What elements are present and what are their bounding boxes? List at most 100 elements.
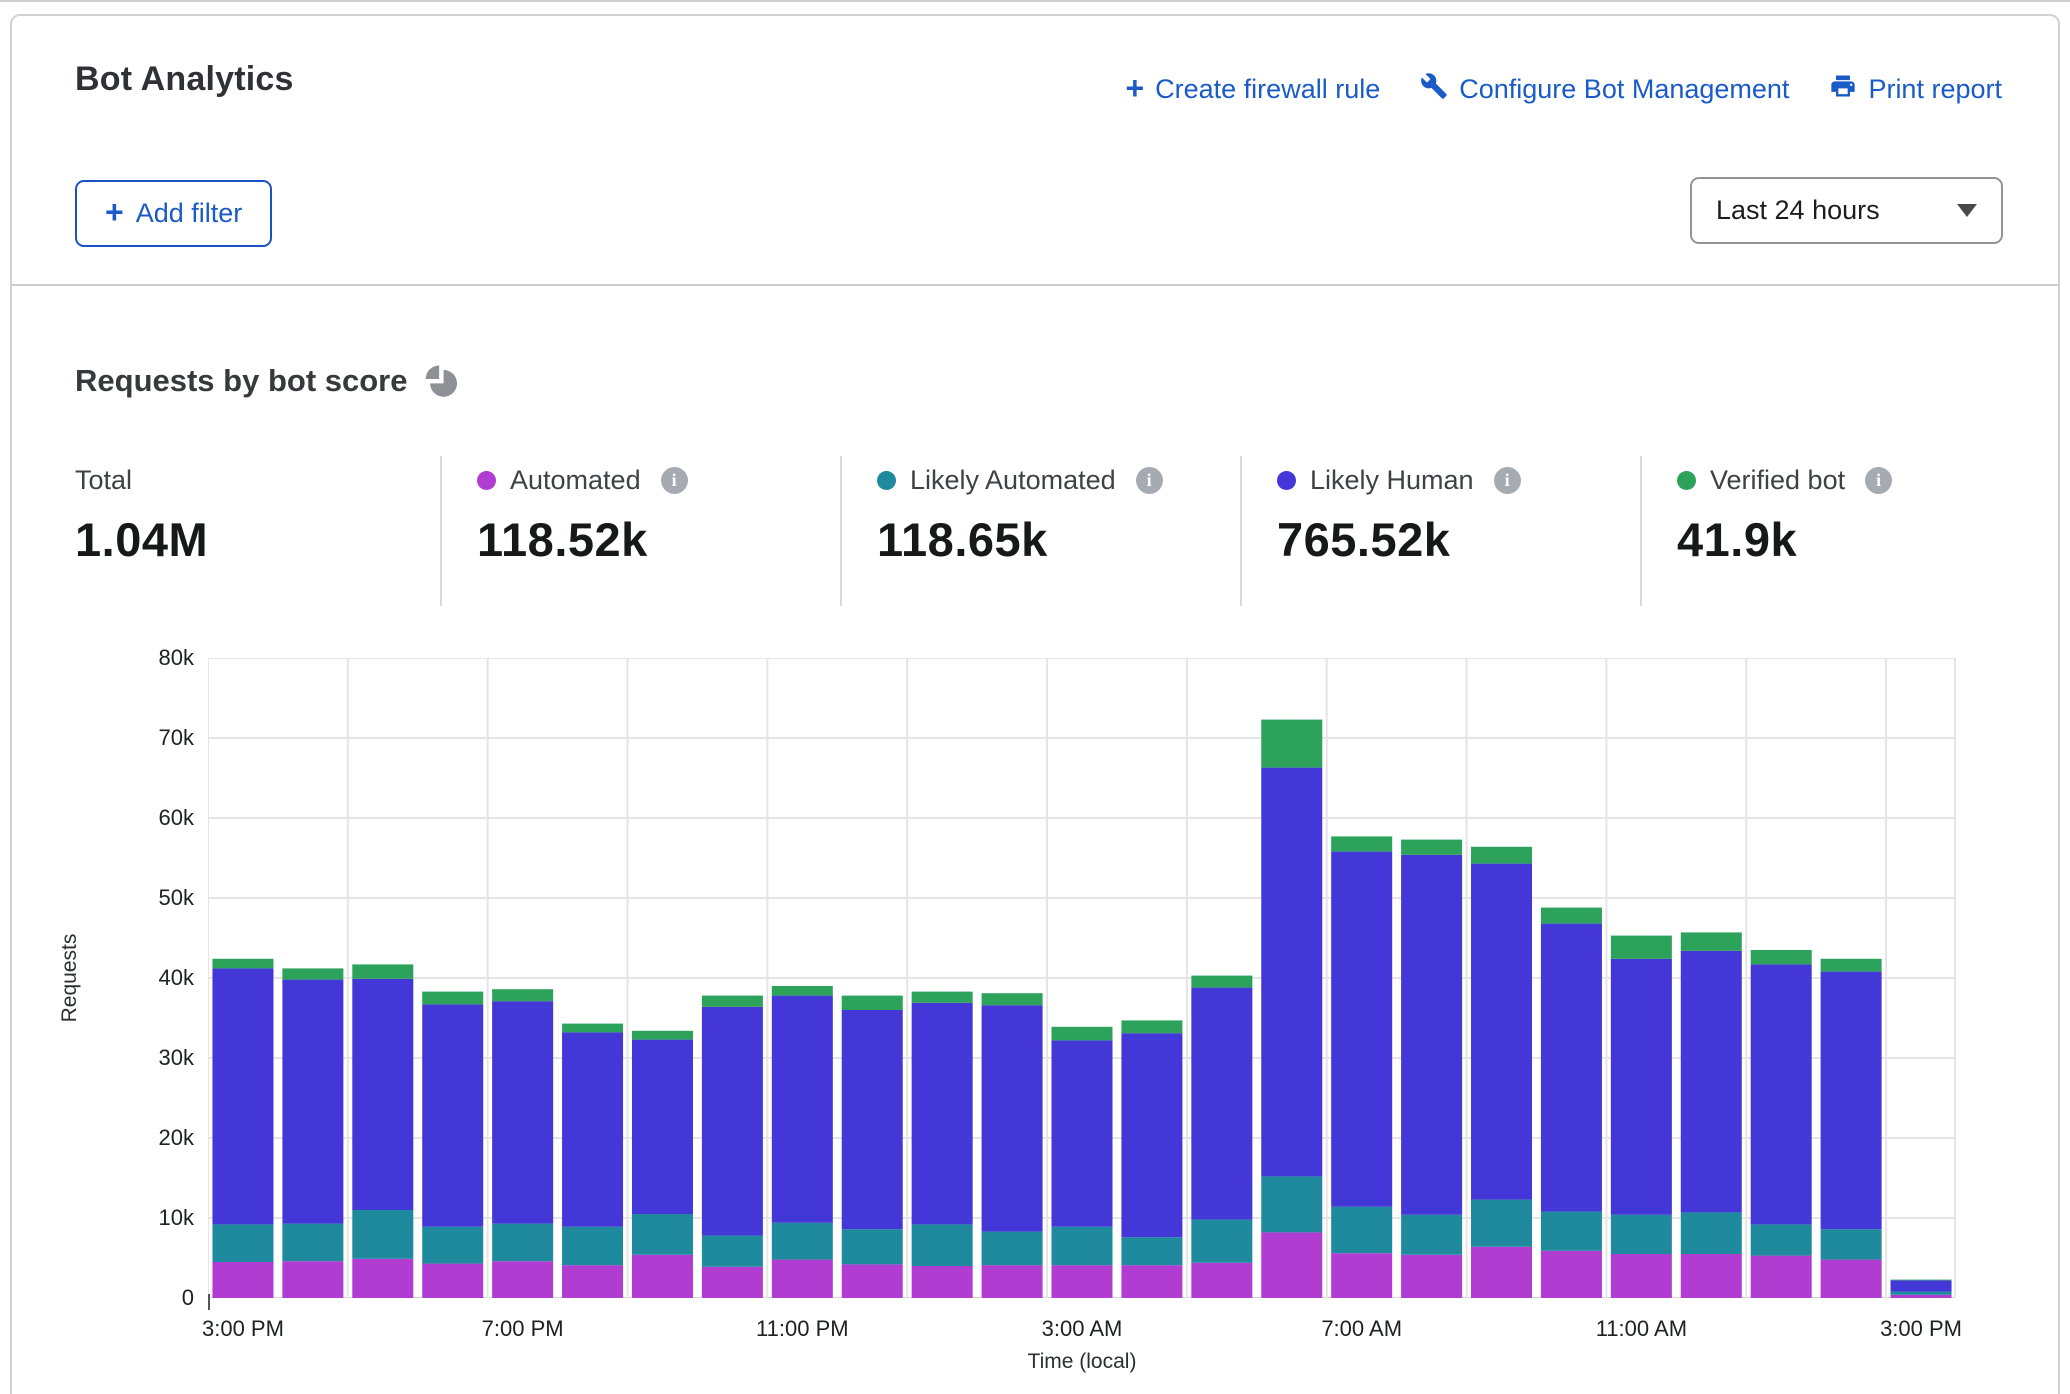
bar-segment[interactable]: [1191, 976, 1252, 988]
bar-segment[interactable]: [702, 1007, 763, 1236]
bar-segment[interactable]: [1681, 932, 1742, 950]
bar-segment[interactable]: [1471, 1247, 1532, 1298]
bar-segment[interactable]: [1121, 1020, 1182, 1033]
bar-segment[interactable]: [1401, 855, 1462, 1215]
bar-segment[interactable]: [982, 1005, 1043, 1231]
bar-segment[interactable]: [1331, 1253, 1392, 1298]
bar-segment[interactable]: [562, 1265, 623, 1298]
bar-segment[interactable]: [1261, 1176, 1322, 1232]
bar-segment[interactable]: [1471, 847, 1532, 864]
bar-segment[interactable]: [1052, 1040, 1113, 1226]
bar-segment[interactable]: [1191, 1220, 1252, 1263]
bar-segment[interactable]: [1891, 1292, 1952, 1295]
bar-segment[interactable]: [702, 996, 763, 1007]
bar-segment[interactable]: [1891, 1280, 1952, 1291]
bar-segment[interactable]: [212, 1224, 273, 1262]
bar-segment[interactable]: [1541, 908, 1602, 924]
bar-segment[interactable]: [772, 996, 833, 1223]
bar-segment[interactable]: [912, 1003, 973, 1225]
bar-segment[interactable]: [632, 1214, 693, 1255]
bar-segment[interactable]: [1541, 1212, 1602, 1251]
bar-segment[interactable]: [842, 996, 903, 1010]
bar-segment[interactable]: [1611, 959, 1672, 1215]
bar-segment[interactable]: [1191, 1263, 1252, 1298]
time-range-select[interactable]: Last 24 hours: [1690, 177, 2003, 244]
bar-segment[interactable]: [632, 1255, 693, 1298]
bar-segment[interactable]: [1751, 1256, 1812, 1298]
add-filter-button[interactable]: + Add filter: [75, 180, 272, 247]
bar-segment[interactable]: [212, 968, 273, 1224]
bar-segment[interactable]: [282, 968, 343, 979]
bar-segment[interactable]: [1891, 1295, 1952, 1298]
print-report-link[interactable]: Print report: [1829, 72, 2002, 107]
bar-segment[interactable]: [1681, 1254, 1742, 1298]
bar-segment[interactable]: [492, 1261, 553, 1298]
info-icon[interactable]: [1136, 467, 1163, 494]
bar-segment[interactable]: [1401, 1255, 1462, 1298]
bar-segment[interactable]: [352, 964, 413, 978]
bar-segment[interactable]: [422, 1227, 483, 1264]
bar-segment[interactable]: [1261, 1232, 1322, 1298]
bar-segment[interactable]: [352, 1210, 413, 1259]
bar-segment[interactable]: [212, 1262, 273, 1298]
bar-segment[interactable]: [1751, 1224, 1812, 1255]
bar-segment[interactable]: [282, 1224, 343, 1262]
bar-segment[interactable]: [1681, 1212, 1742, 1254]
bar-segment[interactable]: [982, 1265, 1043, 1298]
bar-segment[interactable]: [1261, 768, 1322, 1177]
bar-segment[interactable]: [422, 1004, 483, 1226]
bar-segment[interactable]: [562, 1032, 623, 1226]
create-firewall-rule-link[interactable]: + Create firewall rule: [1125, 74, 1380, 105]
bar-segment[interactable]: [912, 992, 973, 1003]
bar-segment[interactable]: [1052, 1265, 1113, 1298]
bar-segment[interactable]: [772, 1223, 833, 1260]
bar-segment[interactable]: [492, 1001, 553, 1223]
bar-segment[interactable]: [632, 1031, 693, 1040]
bar-segment[interactable]: [1191, 988, 1252, 1220]
bar-segment[interactable]: [1121, 1033, 1182, 1237]
bar-segment[interactable]: [1331, 852, 1392, 1207]
bar-segment[interactable]: [1541, 924, 1602, 1212]
bar-segment[interactable]: [212, 959, 273, 969]
bar-segment[interactable]: [1821, 1260, 1882, 1298]
bar-segment[interactable]: [1121, 1237, 1182, 1265]
bar-segment[interactable]: [1052, 1027, 1113, 1041]
bar-segment[interactable]: [282, 1261, 343, 1298]
bar-segment[interactable]: [1681, 951, 1742, 1213]
bar-segment[interactable]: [352, 979, 413, 1210]
bar-segment[interactable]: [422, 1264, 483, 1298]
bar-segment[interactable]: [982, 993, 1043, 1005]
bar-segment[interactable]: [422, 992, 483, 1005]
info-icon[interactable]: [1865, 467, 1892, 494]
bar-segment[interactable]: [1821, 1229, 1882, 1259]
bar-segment[interactable]: [982, 1232, 1043, 1266]
info-icon[interactable]: [661, 467, 688, 494]
configure-bot-management-link[interactable]: Configure Bot Management: [1420, 72, 1789, 107]
bar-segment[interactable]: [1821, 972, 1882, 1230]
bar-segment[interactable]: [1821, 959, 1882, 972]
bar-segment[interactable]: [1261, 720, 1322, 768]
bar-segment[interactable]: [772, 986, 833, 996]
bar-segment[interactable]: [702, 1267, 763, 1298]
bar-segment[interactable]: [562, 1024, 623, 1033]
bar-segment[interactable]: [1052, 1227, 1113, 1265]
bar-segment[interactable]: [632, 1040, 693, 1214]
bar-segment[interactable]: [842, 1229, 903, 1264]
bar-segment[interactable]: [492, 989, 553, 1001]
bar-segment[interactable]: [352, 1259, 413, 1298]
bar-segment[interactable]: [1401, 840, 1462, 855]
bar-segment[interactable]: [1611, 936, 1672, 959]
bar-segment[interactable]: [1611, 1215, 1672, 1254]
bar-segment[interactable]: [912, 1266, 973, 1298]
bar-segment[interactable]: [562, 1227, 623, 1265]
bar-segment[interactable]: [842, 1264, 903, 1298]
bar-segment[interactable]: [702, 1236, 763, 1267]
bar-segment[interactable]: [282, 980, 343, 1224]
bar-segment[interactable]: [1331, 1207, 1392, 1253]
bar-segment[interactable]: [842, 1010, 903, 1229]
bar-segment[interactable]: [1541, 1251, 1602, 1298]
bar-segment[interactable]: [912, 1224, 973, 1266]
bar-segment[interactable]: [1751, 950, 1812, 964]
bar-segment[interactable]: [1471, 1200, 1532, 1247]
bar-segment[interactable]: [1891, 1280, 1952, 1281]
